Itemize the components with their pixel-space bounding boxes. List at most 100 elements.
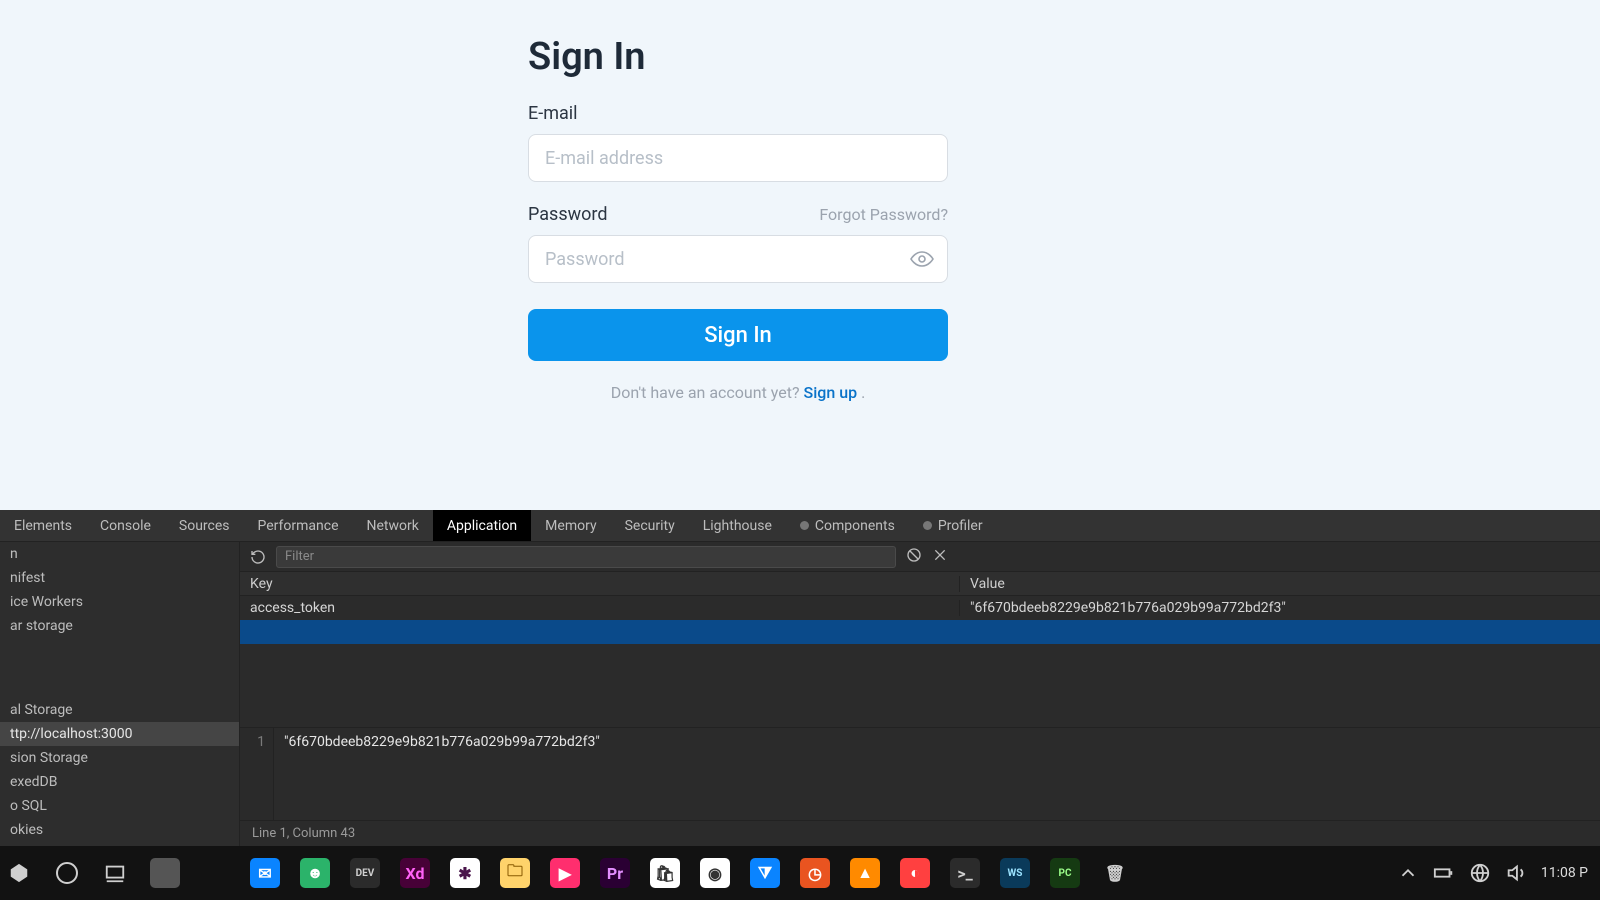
signup-link[interactable]: Sign up <box>804 383 858 402</box>
sidebar-item[interactable]: ice Workers <box>0 590 239 614</box>
storage-table: Key Value access_token "6f670bdeeb8229e9… <box>240 572 1600 728</box>
sidebar-item[interactable]: exedDB <box>0 770 239 794</box>
sidebar-item[interactable]: okies <box>0 818 239 842</box>
cancel-icon[interactable] <box>906 547 922 567</box>
webstorm-icon[interactable]: WS <box>1000 858 1030 888</box>
app-red-icon[interactable]: ◐ <box>900 858 930 888</box>
devtools-tab-label: Components <box>815 518 895 534</box>
music-icon[interactable]: ▶ <box>550 858 580 888</box>
devtools-tab-label: Profiler <box>938 518 983 534</box>
devtools-tab-network[interactable]: Network <box>353 510 433 541</box>
trash-icon[interactable]: 🗑 <box>1100 858 1130 888</box>
eye-icon[interactable] <box>910 247 934 271</box>
devtools-tab-performance[interactable]: Performance <box>244 510 353 541</box>
table-row[interactable]: access_token "6f670bdeeb8229e9b821b776a0… <box>240 596 1600 620</box>
table-row-selected[interactable] <box>240 620 1600 644</box>
devtools-sidebar: nnifestice Workersar storage al Storagett… <box>0 542 240 846</box>
password-wrap <box>528 235 948 305</box>
terminal-icon[interactable]: >_ <box>950 858 980 888</box>
password-label: Password <box>528 204 608 225</box>
sidebar-item[interactable]: al Storage <box>0 698 239 722</box>
forgot-password-link[interactable]: Forgot Password? <box>819 205 948 224</box>
taskbar-left <box>0 858 130 888</box>
devtools-tab-label: Application <box>447 518 517 534</box>
sidebar-item[interactable]: o SQL <box>0 794 239 818</box>
devtools-tab-label: Memory <box>545 518 596 534</box>
app-green-icon[interactable]: ☻ <box>300 858 330 888</box>
col-key[interactable]: Key <box>240 576 960 592</box>
devtools-tabs: Elements Console Sources Performance Network… <box>0 510 1600 542</box>
signin-button[interactable]: Sign In <box>528 309 948 361</box>
signup-period: . <box>861 383 865 402</box>
sidebar-item[interactable]: sion Storage <box>0 746 239 770</box>
devtools-tab-label: Elements <box>14 518 72 534</box>
taskbar-apps: ✉ ☻ DEV Xd ✱ 🗀 ▶ Pr 🛍 ◉ ⧩ ◷ ▲ ◐ >_ WS PC 🗑 <box>150 858 1130 888</box>
editor-code[interactable]: "6f670bdeeb8229e9b821b776a029b99a772bd2f… <box>274 728 1600 820</box>
chevron-up-icon[interactable] <box>1397 862 1419 884</box>
email-label: E-mail <box>528 103 578 124</box>
devtools-tab-label: Security <box>625 518 675 534</box>
email-field[interactable] <box>528 134 948 182</box>
editor-gutter: 1 <box>240 728 274 820</box>
vlc-icon[interactable]: ▲ <box>850 858 880 888</box>
cortana-icon[interactable] <box>52 858 82 888</box>
devtools-tab-elements[interactable]: Elements <box>0 510 86 541</box>
signup-row: Don't have an account yet? Sign up . <box>528 383 948 402</box>
clock-text[interactable]: 11:08 P <box>1541 865 1588 881</box>
close-icon[interactable] <box>932 547 948 567</box>
pycharm-icon[interactable]: PC <box>1050 858 1080 888</box>
devtools-tab-sources[interactable]: Sources <box>165 510 244 541</box>
devtools-tab-label: Network <box>367 518 419 534</box>
explorer-icon[interactable]: 🗀 <box>500 858 530 888</box>
taskbar: ✉ ☻ DEV Xd ✱ 🗀 ▶ Pr 🛍 ◉ ⧩ ◷ ▲ ◐ >_ WS PC 🗑 11:08 P <box>0 846 1600 900</box>
devtools-tab-label: Sources <box>179 518 230 534</box>
start-icon[interactable] <box>4 858 34 888</box>
filter-input[interactable] <box>276 546 896 568</box>
sidebar-item[interactable]: nifest <box>0 566 239 590</box>
sidebar-item[interactable]: ar storage <box>0 614 239 638</box>
sidebar-item[interactable]: n <box>0 542 239 566</box>
password-field[interactable] <box>528 235 948 283</box>
dev-icon[interactable]: DEV <box>350 858 380 888</box>
devtools-tab-components[interactable]: Components <box>786 510 909 541</box>
mail-icon[interactable]: ✉ <box>250 858 280 888</box>
devtools-tab-security[interactable]: Security <box>611 510 689 541</box>
xd-icon[interactable]: Xd <box>400 858 430 888</box>
taskview-icon[interactable] <box>100 858 130 888</box>
editor-status: Line 1, Column 43 <box>240 820 1600 846</box>
col-value[interactable]: Value <box>960 576 1600 592</box>
ubuntu-icon[interactable]: ◷ <box>800 858 830 888</box>
devtools-tab-memory[interactable]: Memory <box>531 510 610 541</box>
email-label-row: E-mail <box>528 103 948 124</box>
signin-card: Sign In E-mail Password Forgot Password?… <box>528 35 948 402</box>
battery-icon[interactable] <box>1433 862 1455 884</box>
devtools-toolbar <box>240 542 1600 572</box>
store-icon[interactable]: 🛍 <box>650 858 680 888</box>
devtools-tab-label: Performance <box>258 518 339 534</box>
devtools-tab-console[interactable]: Console <box>86 510 165 541</box>
value-editor: 1 "6f670bdeeb8229e9b821b776a029b99a772bd… <box>240 728 1600 820</box>
network-icon[interactable] <box>1469 862 1491 884</box>
devtools-main: Key Value access_token "6f670bdeeb8229e9… <box>240 542 1600 846</box>
sidebar-item[interactable]: ttp://localhost:3000 <box>0 722 239 746</box>
vscode-icon[interactable]: ⧩ <box>750 858 780 888</box>
devtools-tab-profiler[interactable]: Profiler <box>909 510 997 541</box>
taskview-icon[interactable] <box>200 858 230 888</box>
cortana-icon[interactable] <box>150 858 180 888</box>
table-blank <box>240 644 1600 728</box>
cell-value: "6f670bdeeb8229e9b821b776a029b99a772bd2f… <box>960 600 1600 616</box>
devtools-tab-label: Console <box>100 518 151 534</box>
chrome-icon[interactable]: ◉ <box>700 858 730 888</box>
table-header: Key Value <box>240 572 1600 596</box>
devtools-tab-lighthouse[interactable]: Lighthouse <box>689 510 786 541</box>
no-account-text: Don't have an account yet? <box>611 383 804 402</box>
devtools-tab-label: Lighthouse <box>703 518 772 534</box>
password-label-row: Password Forgot Password? <box>528 204 948 225</box>
cell-key: access_token <box>240 600 960 616</box>
devtools-panel: Elements Console Sources Performance Network… <box>0 510 1600 846</box>
devtools-tab-application[interactable]: Application <box>433 510 531 541</box>
premiere-icon[interactable]: Pr <box>600 858 630 888</box>
refresh-icon[interactable] <box>250 549 266 565</box>
slack-icon[interactable]: ✱ <box>450 858 480 888</box>
volume-icon[interactable] <box>1505 862 1527 884</box>
